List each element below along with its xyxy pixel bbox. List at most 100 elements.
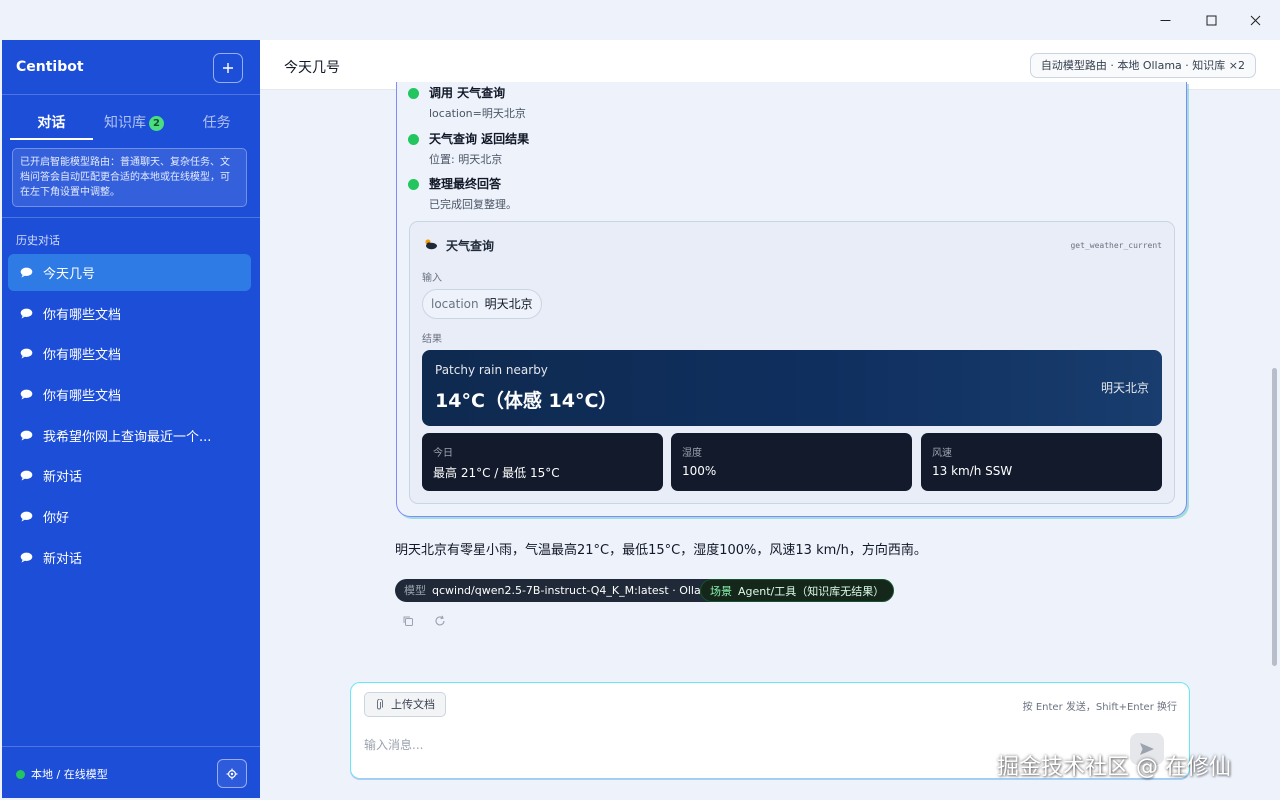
weather-tile-today: 今日 最高 21°C / 最低 15°C bbox=[422, 433, 663, 491]
model-status-label: 本地 / 在线模型 bbox=[31, 768, 108, 781]
divider bbox=[2, 217, 260, 218]
model-badge: 模型 qcwind/qwen2.5-7B-instruct-Q4_K_M:late… bbox=[395, 579, 728, 602]
page-title: 今天几号 bbox=[284, 60, 340, 76]
message-input[interactable] bbox=[364, 734, 1064, 756]
step-done-icon bbox=[408, 88, 419, 99]
tab-tasks[interactable]: 任务 bbox=[175, 104, 258, 138]
history-item[interactable]: 你有哪些文档 bbox=[8, 376, 251, 413]
divider bbox=[2, 746, 260, 747]
tile-label: 风速 bbox=[932, 448, 952, 459]
step-desc: location=明天北京 bbox=[429, 107, 526, 120]
input-section-label: 输入 bbox=[422, 273, 442, 284]
send-hint: 按 Enter 发送，Shift+Enter 换行 bbox=[1022, 702, 1177, 713]
tile-value: 最高 21°C / 最低 15°C bbox=[433, 466, 560, 480]
model-badge-key: 模型 bbox=[404, 584, 426, 597]
scene-badge-key: 场景 bbox=[710, 585, 732, 598]
maximize-icon[interactable] bbox=[1196, 6, 1226, 34]
weather-tool-card: 天气查询 get_weather_current 输入 location 明天北京… bbox=[409, 221, 1175, 504]
tab-tasks-label: 任务 bbox=[202, 115, 231, 131]
history-item-label: 你有哪些文档 bbox=[43, 348, 122, 364]
history-item-label: 你有哪些文档 bbox=[43, 389, 122, 405]
weather-summary: Patchy rain nearby 14°C（体感 14°C） 明天北京 bbox=[422, 350, 1162, 426]
tab-chat-label: 对话 bbox=[37, 115, 66, 131]
assistant-answer: 明天北京有零星小雨，气温最高21°C，最低15°C，湿度100%，风速13 km… bbox=[395, 543, 927, 558]
status-dot-icon bbox=[16, 769, 25, 779]
minimize-icon[interactable] bbox=[1150, 6, 1180, 34]
result-section-label: 结果 bbox=[422, 334, 442, 345]
chat-bubble-icon bbox=[20, 389, 33, 400]
model-badge-value: qcwind/qwen2.5-7B-instruct-Q4_K_M:latest… bbox=[432, 584, 719, 597]
settings-button[interactable] bbox=[217, 759, 247, 788]
step-done-icon bbox=[408, 134, 419, 145]
tile-value: 13 km/h SSW bbox=[932, 464, 1013, 478]
weather-condition: Patchy rain nearby bbox=[435, 363, 548, 377]
divider bbox=[2, 94, 260, 95]
chat-bubble-icon bbox=[20, 308, 33, 319]
scrollbar[interactable] bbox=[1272, 368, 1277, 666]
tool-card-header: 天气查询 bbox=[423, 237, 494, 254]
tile-value: 100% bbox=[682, 464, 717, 478]
chat-bubble-icon bbox=[20, 348, 33, 359]
scene-badge: 场景 Agent/工具（知识库无结果） bbox=[700, 579, 895, 602]
history-list: 今天几号 你有哪些文档 你有哪些文档 你有哪些文档 我希望你网上查询最近一个..… bbox=[8, 254, 251, 580]
param-value: 明天北京 bbox=[484, 297, 533, 311]
chat-bubble-icon bbox=[20, 511, 33, 522]
tab-chat[interactable]: 对话 bbox=[10, 104, 93, 140]
close-icon[interactable] bbox=[1240, 6, 1270, 34]
chat-bubble-icon bbox=[20, 470, 33, 481]
history-item-label: 你好 bbox=[43, 511, 70, 527]
history-item[interactable]: 新对话 bbox=[8, 457, 251, 494]
paperclip-icon bbox=[375, 698, 383, 711]
weather-temperature: 14°C（体感 14°C） bbox=[435, 390, 618, 412]
tile-label: 今日 bbox=[433, 448, 453, 459]
model-status: 本地 / 在线模型 bbox=[16, 766, 108, 782]
window-titlebar bbox=[0, 0, 1280, 40]
param-key: location bbox=[431, 297, 479, 311]
weather-tile-humidity: 湿度 100% bbox=[671, 433, 912, 491]
plus-icon bbox=[223, 63, 233, 73]
upload-label: 上传文档 bbox=[391, 698, 435, 711]
new-chat-button[interactable] bbox=[213, 53, 243, 83]
chat-bubble-icon bbox=[20, 430, 33, 441]
step-desc: 位置: 明天北京 bbox=[429, 153, 503, 166]
knowledge-count-badge: 2 bbox=[149, 116, 164, 131]
history-item[interactable]: 今天几号 bbox=[8, 254, 251, 291]
history-item-label: 今天几号 bbox=[43, 267, 96, 282]
sidebar: Centibot 对话 知识库 2 任务 已开启智能模型路由：普通聊天、复杂任务、… bbox=[2, 40, 260, 798]
app-brand: Centibot bbox=[16, 59, 84, 75]
tool-function-name: get_weather_current bbox=[1070, 241, 1162, 250]
chat-bubble-icon bbox=[20, 552, 33, 563]
regenerate-icon[interactable] bbox=[432, 613, 448, 629]
history-item[interactable]: 新对话 bbox=[8, 539, 251, 576]
history-item-label: 新对话 bbox=[43, 470, 83, 486]
step-title: 天气查询 返回结果 bbox=[429, 132, 530, 146]
copy-icon[interactable] bbox=[400, 613, 416, 629]
tool-title: 天气查询 bbox=[446, 239, 495, 253]
history-item-label: 我希望你网上查询最近一个... bbox=[43, 429, 212, 445]
weather-location: 明天北京 bbox=[1100, 381, 1149, 395]
history-item[interactable]: 你好 bbox=[8, 498, 251, 535]
scene-badge-value: Agent/工具（知识库无结果） bbox=[738, 585, 885, 598]
step-done-icon bbox=[408, 179, 419, 190]
history-item-label: 你有哪些文档 bbox=[43, 307, 122, 323]
history-item[interactable]: 你有哪些文档 bbox=[8, 335, 251, 372]
cloud-sun-icon bbox=[423, 238, 438, 253]
upload-document-button[interactable]: 上传文档 bbox=[364, 692, 446, 717]
step-title: 调用 天气查询 bbox=[429, 86, 506, 100]
sidebar-tabs: 对话 知识库 2 任务 bbox=[10, 104, 258, 140]
step-desc: 已完成回复整理。 bbox=[429, 198, 517, 211]
history-item[interactable]: 你有哪些文档 bbox=[8, 295, 251, 332]
routing-notice: 已开启智能模型路由：普通聊天、复杂任务、文档问答会自动匹配更合适的本地或在线模型… bbox=[12, 148, 247, 207]
agent-process-card: 调用 天气查询 location=明天北京 天气查询 返回结果 位置: 明天北京… bbox=[396, 82, 1187, 517]
weather-tile-wind: 风速 13 km/h SSW bbox=[921, 433, 1162, 491]
watermark: 掘金技术社区 @ 在修仙 bbox=[997, 755, 1231, 780]
gear-icon bbox=[226, 768, 238, 779]
tile-label: 湿度 bbox=[682, 448, 702, 459]
tab-knowledge-label: 知识库 bbox=[104, 115, 146, 131]
tab-knowledge[interactable]: 知识库 2 bbox=[93, 104, 176, 138]
history-title: 历史对话 bbox=[16, 234, 60, 247]
history-item[interactable]: 我希望你网上查询最近一个... bbox=[8, 417, 251, 454]
param-chip: location 明天北京 bbox=[422, 289, 542, 319]
chat-bubble-icon bbox=[20, 267, 33, 278]
route-info-badge[interactable]: 自动模型路由 · 本地 Ollama · 知识库 ×2 bbox=[1029, 53, 1256, 78]
